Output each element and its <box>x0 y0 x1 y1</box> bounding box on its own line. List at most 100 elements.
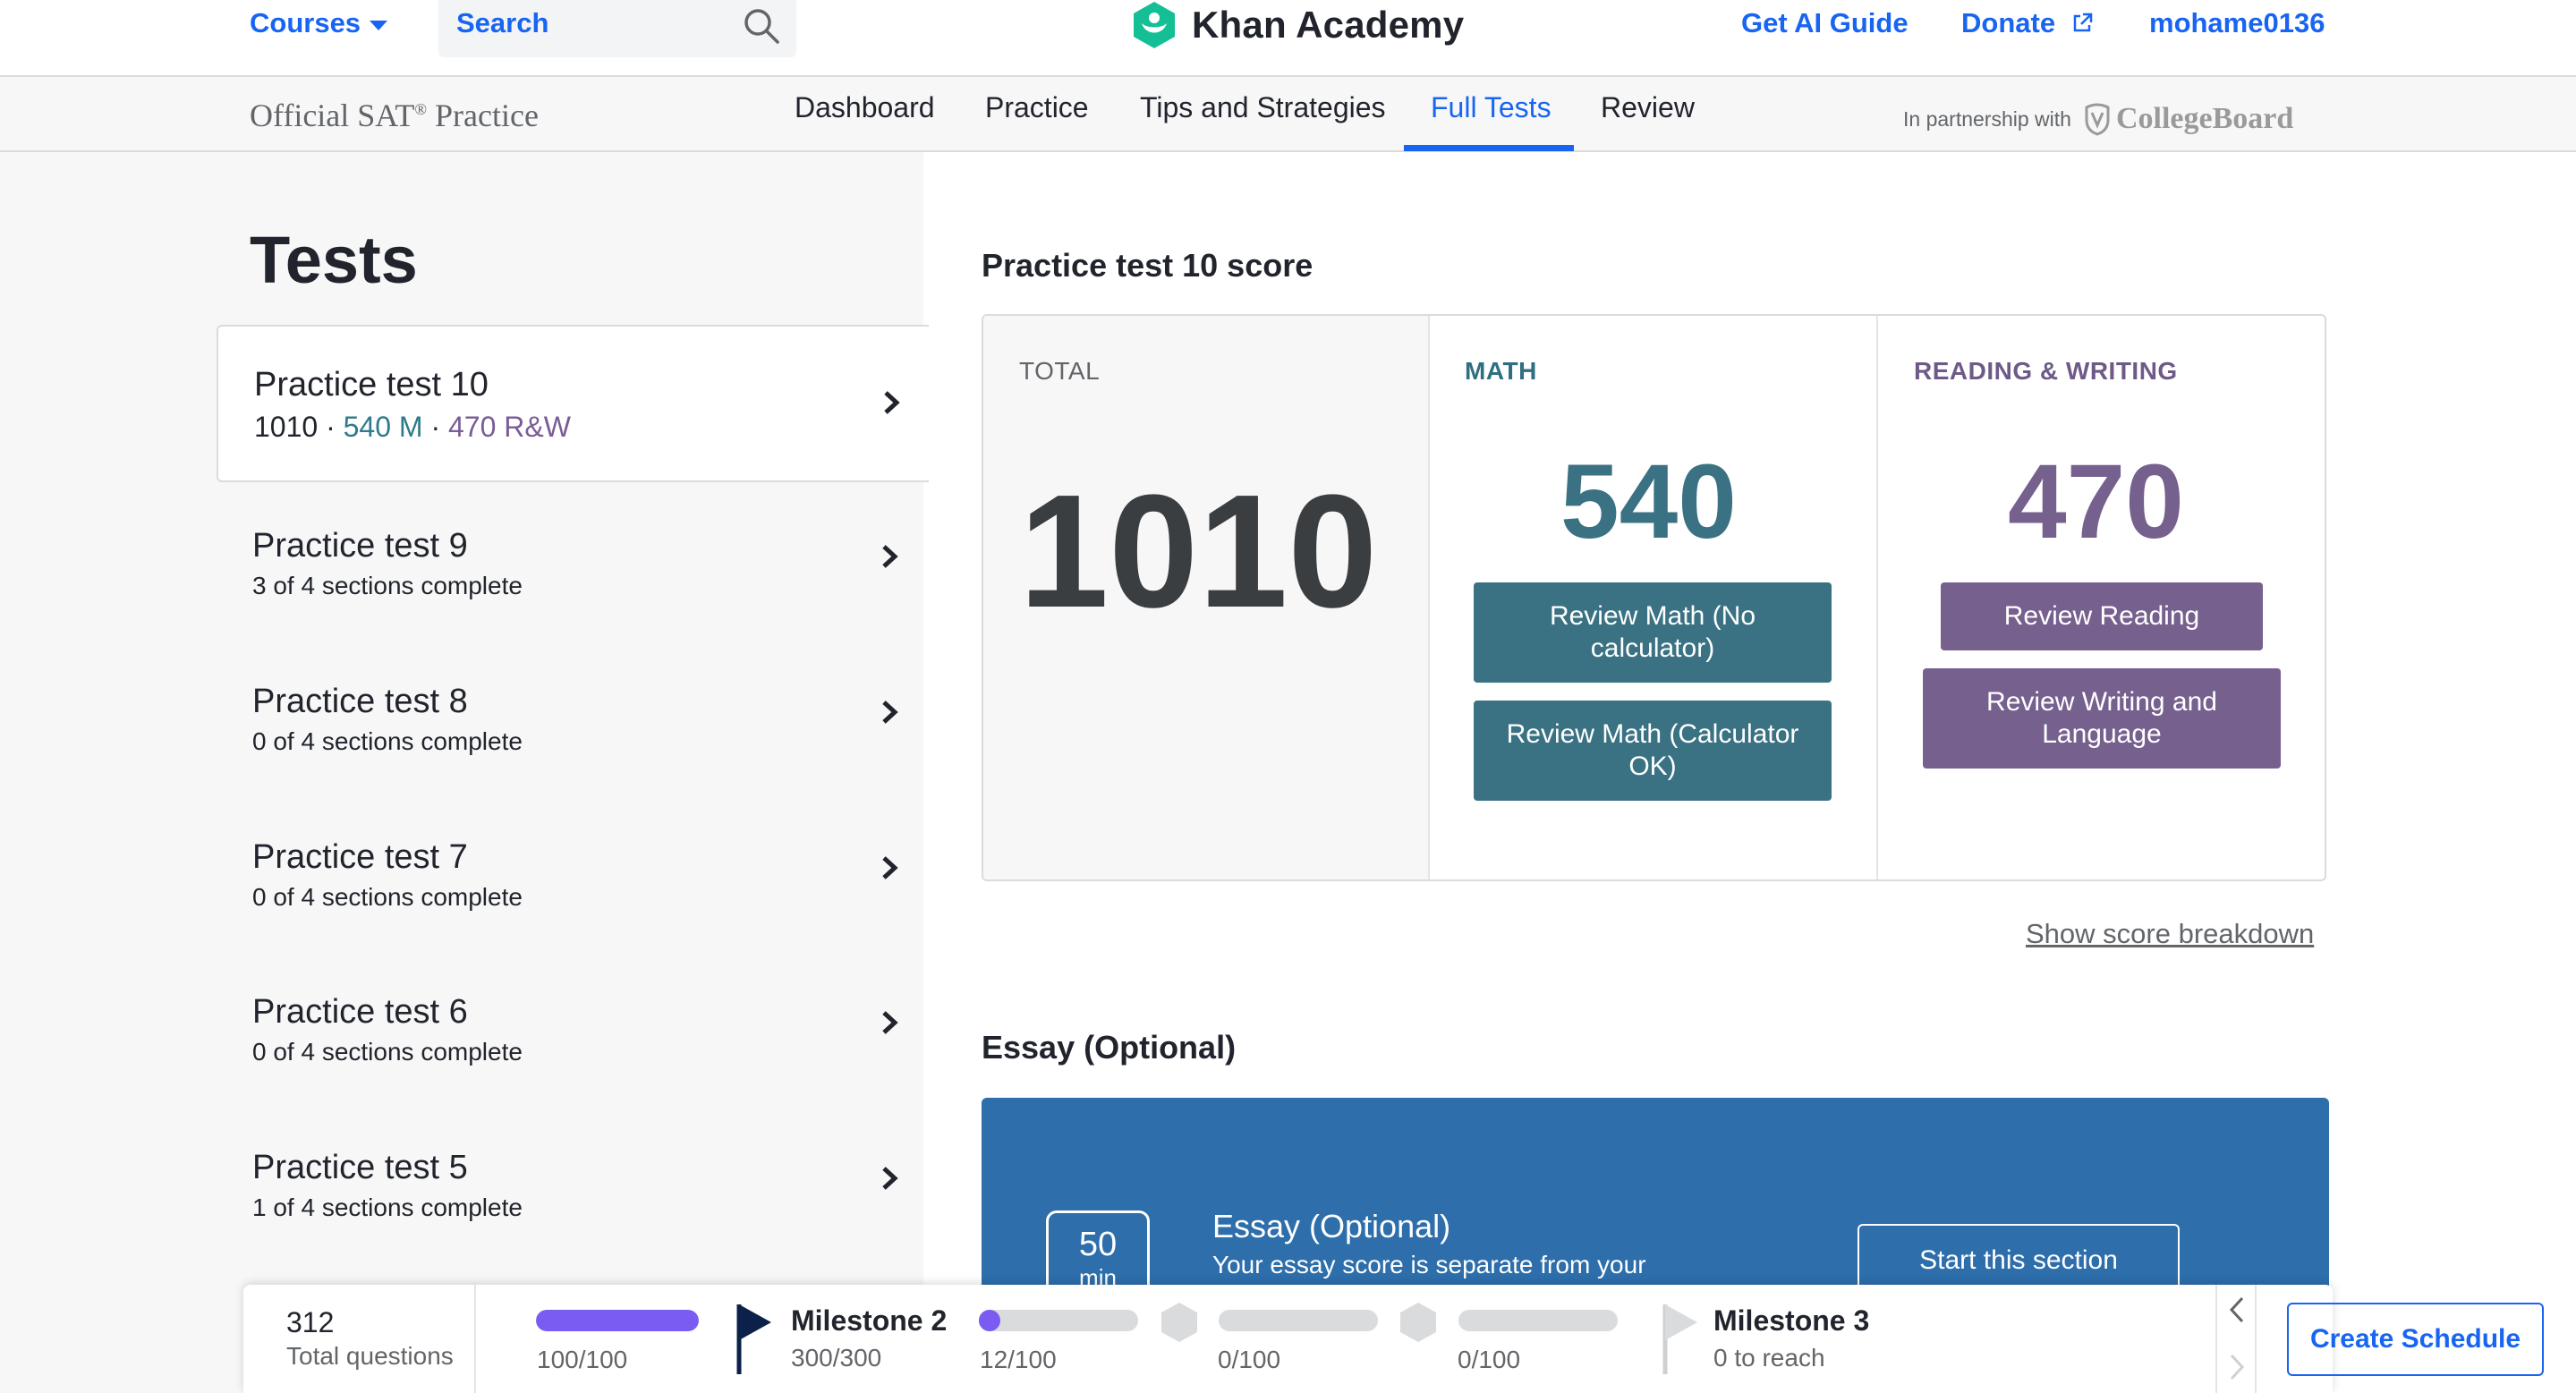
test-item-practice-test-9[interactable]: Practice test 9 3 of 4 sections complete <box>217 482 929 640</box>
test-scores: 1010 · 540 M · 470 R&W <box>254 411 571 444</box>
brand-suffix: Practice <box>427 98 539 133</box>
brand-name: Official SAT <box>250 98 415 133</box>
test-name: Practice test 7 <box>252 838 468 876</box>
reading-writing-label: READING & WRITING <box>1914 357 2178 385</box>
chevron-right-icon <box>882 701 898 724</box>
search-box[interactable] <box>438 0 796 57</box>
chevron-left-icon[interactable] <box>2228 1295 2246 1324</box>
progress-segment-value: 100/100 <box>537 1346 628 1373</box>
carousel-controls <box>2215 1285 2257 1393</box>
chevron-right-icon <box>882 1011 898 1034</box>
total-questions-label: Total questions <box>286 1342 454 1370</box>
test-status: 0 of 4 sections complete <box>252 727 523 755</box>
partner-text: In partnership with <box>1903 106 2071 131</box>
test-total-score: 1010 <box>254 411 319 443</box>
milestone-3-value: 0 to reach <box>1713 1344 1825 1372</box>
external-link-icon <box>2073 13 2092 32</box>
search-icon[interactable] <box>743 7 780 45</box>
progress-segment <box>536 1310 699 1331</box>
milestone-3-title: Milestone 3 <box>1713 1304 1870 1337</box>
tab-review[interactable]: Review <box>1601 91 1695 152</box>
sat-brand[interactable]: Official SAT® Practice <box>250 97 539 134</box>
essay-title: Essay (Optional) <box>1212 1208 1451 1244</box>
courses-menu[interactable]: Courses <box>250 7 388 39</box>
review-math-calculator-button[interactable]: Review Math (Calculator OK) <box>1474 701 1832 801</box>
essay-description: Your essay score is separate from your <box>1212 1251 1646 1278</box>
active-tab-indicator <box>1404 145 1574 151</box>
khan-academy-logo[interactable]: Khan Academy <box>1129 0 1464 50</box>
chevron-right-icon <box>884 391 900 414</box>
khan-logo-icon <box>1134 2 1175 48</box>
test-name: Practice test 9 <box>252 527 468 565</box>
donate-label: Donate <box>1961 7 2056 38</box>
review-reading-button[interactable]: Review Reading <box>1941 582 2263 650</box>
test-item-practice-test-10[interactable]: Practice test 10 1010 · 540 M · 470 R&W <box>217 325 929 482</box>
test-status: 0 of 4 sections complete <box>252 1038 523 1066</box>
math-label: MATH <box>1465 357 1537 385</box>
test-name: Practice test 6 <box>252 993 468 1031</box>
courses-label: Courses <box>250 7 361 38</box>
test-item-practice-test-5[interactable]: Practice test 5 1 of 4 sections complete <box>217 1104 929 1261</box>
search-input[interactable] <box>456 7 725 39</box>
user-menu[interactable]: mohame0136 <box>2149 7 2325 39</box>
milestone-2-title: Milestone 2 <box>791 1304 948 1337</box>
caret-down-icon <box>370 20 388 30</box>
essay-minutes: 50 <box>1078 1226 1118 1263</box>
chevron-right-icon[interactable] <box>2228 1353 2246 1381</box>
total-score: 1010 <box>1019 462 1378 641</box>
test-item-practice-test-7[interactable]: Practice test 7 0 of 4 sections complete <box>217 794 929 951</box>
tests-heading: Tests <box>250 223 418 297</box>
score-card: TOTAL 1010 MATH 540 Review Math (No calc… <box>982 314 2326 881</box>
score-separator: · <box>422 411 448 443</box>
panel-divider <box>1876 316 1878 879</box>
progress-fill <box>536 1310 699 1331</box>
sat-subnav: Official SAT® Practice Dashboard Practic… <box>0 77 2576 152</box>
test-name: Practice test 8 <box>252 683 468 720</box>
progress-segment-value: 0/100 <box>1218 1346 1281 1373</box>
brand-mark: ® <box>414 100 427 118</box>
review-writing-language-button[interactable]: Review Writing and Language <box>1923 668 2281 769</box>
test-name: Practice test 5 <box>252 1149 468 1186</box>
panel-divider <box>1428 316 1430 879</box>
test-rw-score: 470 R&W <box>448 411 571 443</box>
milestone-flag-icon <box>1662 1304 1697 1374</box>
progress-segment <box>979 1310 1138 1331</box>
test-status: 3 of 4 sections complete <box>252 572 523 599</box>
test-item-practice-test-6[interactable]: Practice test 6 0 of 4 sections complete <box>217 948 929 1106</box>
chevron-right-icon <box>882 856 898 879</box>
test-name: Practice test 10 <box>254 366 489 403</box>
chevron-right-icon <box>882 545 898 568</box>
progress-segment-value: 12/100 <box>980 1346 1057 1373</box>
score-separator: · <box>318 411 344 443</box>
bar-separator <box>474 1285 476 1393</box>
show-score-breakdown-link[interactable]: Show score breakdown <box>2026 918 2314 950</box>
test-status: 0 of 4 sections complete <box>252 883 523 911</box>
math-score: 540 <box>1560 443 1737 561</box>
collegeboard-logo: CollegeBoard <box>2084 102 2293 136</box>
progress-segment-value: 0/100 <box>1458 1346 1521 1373</box>
chevron-right-icon <box>882 1167 898 1190</box>
donate-link[interactable]: Donate <box>1961 7 2094 39</box>
milestone-2-value: 300/300 <box>791 1344 882 1372</box>
milestone-flag-icon <box>736 1304 771 1374</box>
tab-dashboard[interactable]: Dashboard <box>795 91 935 152</box>
reading-writing-score: 470 <box>2008 443 2184 561</box>
test-item-practice-test-8[interactable]: Practice test 8 0 of 4 sections complete <box>217 638 929 795</box>
create-schedule-button[interactable]: Create Schedule <box>2287 1303 2544 1376</box>
acorn-icon <box>2085 103 2110 136</box>
hexagon-icon <box>1161 1303 1197 1342</box>
tab-practice[interactable]: Practice <box>985 91 1089 152</box>
progress-segment <box>1458 1310 1618 1331</box>
hexagon-icon <box>1400 1303 1436 1342</box>
tab-tips-and-strategies[interactable]: Tips and Strategies <box>1140 91 1386 152</box>
total-panel: TOTAL 1010 <box>983 316 1428 879</box>
test-status: 1 of 4 sections complete <box>252 1193 523 1221</box>
partner-credit: In partnership with CollegeBoard <box>1903 102 2293 136</box>
tab-full-tests[interactable]: Full Tests <box>1431 91 1552 152</box>
progress-segment <box>1219 1310 1378 1331</box>
total-questions-count: 312 <box>286 1306 335 1338</box>
essay-section-title: Essay (Optional) <box>982 1029 1237 1066</box>
review-math-no-calculator-button[interactable]: Review Math (No calculator) <box>1474 582 1832 683</box>
get-ai-guide-link[interactable]: Get AI Guide <box>1741 7 1909 39</box>
progress-bar-panel: 312 Total questions 100/100 Milestone 2 … <box>243 1285 2544 1393</box>
